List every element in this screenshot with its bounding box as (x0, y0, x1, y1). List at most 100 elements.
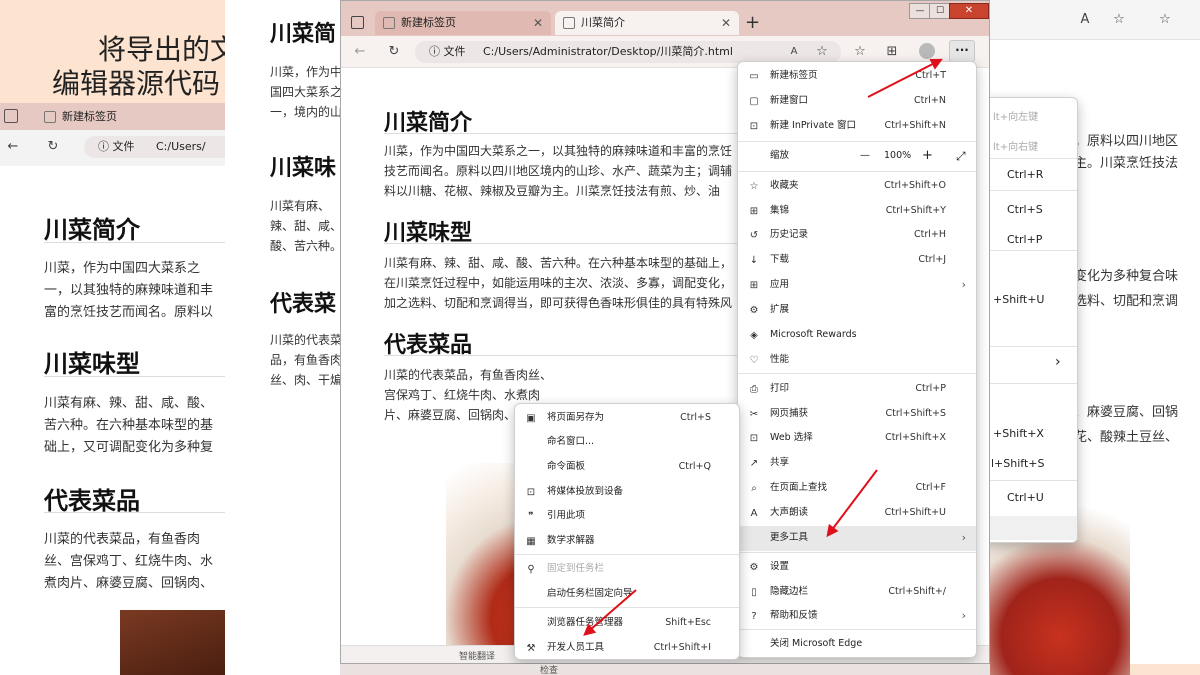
chevron-right-icon: › (961, 278, 966, 291)
menu-item-extensions[interactable]: ⚙ 扩展 (738, 298, 976, 323)
left-intro: 川菜，作为中国四大菜系之一，以其独特的麻辣味道和丰富的烹饪技艺而闻名。原料以四川… (44, 261, 214, 320)
menu-separator (515, 554, 739, 555)
right-text-line1: 。原料以四川地区 (1074, 134, 1179, 149)
bg-menu-item: lt+向右键 (993, 142, 1039, 153)
read-aloud-icon[interactable]: A (1076, 11, 1094, 29)
add-favorite-icon[interactable]: ☆ (813, 43, 831, 61)
menu-item-zoom: 缩放 — 100% + ⤢ (738, 144, 976, 169)
bg-menu-item: +Shift+X (993, 427, 1044, 440)
tab-new-tab[interactable]: 新建标签页 ✕ (375, 11, 551, 35)
left-tab[interactable]: 新建标签页 (36, 105, 225, 129)
minimize-button[interactable]: — (909, 3, 931, 19)
favorites-icon[interactable]: ☆ (1156, 11, 1174, 29)
right-text-line6: 花、酸辣土豆丝、 (1074, 430, 1179, 445)
address-field[interactable]: ⓘ 文件 C:/Users/Administrator/Desktop/川菜简介… (415, 41, 841, 63)
menu-item-shortcut: Ctrl+H (913, 229, 946, 240)
menu-item-collections[interactable]: ⊞ 集锦 Ctrl+Shift+Y (738, 199, 976, 224)
submenu-item-pin-wizard[interactable]: 启动任务栏固定向导 (515, 582, 739, 607)
left-address-label: 文件 (112, 140, 135, 153)
menu-item-new-window[interactable]: ▢ 新建窗口 Ctrl+N (738, 89, 976, 114)
left-section-dishes: 代表菜品 (44, 487, 140, 515)
menu-item-label: 下载 (770, 254, 790, 265)
refresh-icon[interactable]: ↻ (385, 43, 403, 61)
refresh-icon[interactable]: ↻ (44, 138, 62, 156)
collections-icon[interactable]: ⊞ (883, 43, 901, 61)
menu-item-favorites[interactable]: ☆ 收藏夹 Ctrl+Shift+O (738, 174, 976, 199)
menu-item-apps[interactable]: ⊞ 应用 › (738, 273, 976, 298)
tab-active[interactable]: 川菜简介 ✕ (555, 11, 739, 35)
help-icon: ? (751, 611, 757, 622)
menu-item-print[interactable]: ⎙ 打印 Ctrl+P (738, 377, 976, 402)
read-aloud-icon[interactable]: A (785, 43, 803, 61)
middle-page-title: 川菜简 (270, 22, 337, 47)
menu-item-label: 固定到任务栏 (547, 563, 605, 574)
submenu-item-command-palette[interactable]: 命令面板 Ctrl+Q (515, 455, 739, 480)
menu-item-downloads[interactable]: ↓ 下载 Ctrl+J (738, 248, 976, 273)
submenu-item-math-solver[interactable]: ▦ 数学求解器 (515, 529, 739, 554)
submenu-item-save-as[interactable]: ▣ 将页面另存为 Ctrl+S (515, 406, 739, 431)
zoom-out-button[interactable]: — (860, 144, 870, 169)
menu-item-share[interactable]: ↗ 共享 (738, 451, 976, 476)
menu-item-label: 缩放 (770, 150, 790, 161)
history-icon: ↺ (749, 230, 759, 241)
back-icon[interactable]: ← (4, 138, 22, 156)
edge-settings-menu: ▭ 新建标签页 Ctrl+T ▢ 新建窗口 Ctrl+N ⊡ 新建 InPrivate 窗… (737, 61, 977, 658)
more-options-button[interactable]: ··· (949, 40, 975, 62)
menu-item-help[interactable]: ? 帮助和反馈 › (738, 604, 976, 629)
submenu-item-dev-tools[interactable]: ⚒ 开发人员工具 Ctrl+Shift+I (515, 636, 739, 661)
dev-tools-icon: ⚒ (526, 643, 536, 654)
tab-actions-icon[interactable] (351, 16, 364, 29)
menu-item-shortcut: Ctrl+Shift+/ (888, 586, 946, 597)
fullscreen-icon[interactable]: ⤢ (956, 144, 966, 169)
math-solver-icon: ▦ (526, 536, 536, 547)
zoom-in-button[interactable]: + (922, 144, 933, 169)
back-icon[interactable]: ← (351, 43, 369, 61)
left-bg-layer: 将导出的文 编辑器源代码 新建标签页 ← ↻ ⓘ 文件 C:/Users/ 川菜… (0, 0, 225, 675)
submenu-item-task-manager[interactable]: 浏览器任务管理器 Shift+Esc (515, 611, 739, 636)
menu-item-shortcut: Ctrl+Shift+N (884, 120, 946, 131)
bg-menu-separator (979, 250, 1077, 251)
web-capture-icon: ✂ (749, 409, 759, 420)
quote-icon: ❞ (528, 511, 534, 522)
maximize-button[interactable]: ☐ (929, 3, 951, 19)
right-text-line4: 选料、切配和烹调 (1074, 294, 1179, 309)
menu-item-inprivate[interactable]: ⊡ 新建 InPrivate 窗口 Ctrl+Shift+N (738, 114, 976, 139)
left-tab-actions-icon[interactable] (4, 109, 18, 123)
right-bottom-strip (1130, 664, 1200, 675)
new-tab-button[interactable]: + (745, 13, 760, 33)
menu-item-close-edge[interactable]: 关闭 Microsoft Edge (738, 632, 976, 657)
info-icon: ⓘ (429, 45, 444, 58)
menu-item-label: 更多工具 (770, 532, 809, 543)
menu-item-history[interactable]: ↺ 历史记录 Ctrl+H (738, 223, 976, 248)
menu-item-label: 收藏夹 (770, 180, 799, 191)
menu-item-web-select[interactable]: ⊡ Web 选择 Ctrl+Shift+X (738, 426, 976, 451)
left-section-taste: 川菜味型 (44, 350, 140, 378)
menu-item-label: 新建标签页 (770, 70, 818, 81)
add-favorite-icon[interactable]: ☆ (1110, 11, 1128, 29)
menu-item-shortcut: Ctrl+J (918, 254, 946, 265)
close-icon[interactable]: ✕ (533, 11, 543, 35)
left-addressbar: ← ↻ ⓘ 文件 C:/Users/ (0, 130, 225, 166)
menu-item-shortcut: Ctrl+Shift+S (885, 408, 946, 419)
bg-menu-separator (979, 346, 1077, 347)
menu-item-settings[interactable]: ⚙ 设置 (738, 555, 976, 580)
submenu-item-name-window[interactable]: 命名窗口... (515, 430, 739, 455)
submenu-item-cast[interactable]: ⊡ 将媒体投放到设备 (515, 480, 739, 505)
menu-item-more-tools[interactable]: 更多工具 › (738, 526, 976, 551)
menu-item-performance[interactable]: ♡ 性能 (738, 348, 976, 373)
menu-item-label: 新建 InPrivate 窗口 (770, 120, 856, 131)
close-icon[interactable]: ✕ (721, 11, 731, 35)
left-tabstrip: 新建标签页 (0, 103, 225, 130)
favorites-icon[interactable]: ☆ (851, 43, 869, 61)
menu-item-read-aloud[interactable]: A 大声朗读 Ctrl+Shift+U (738, 501, 976, 526)
menu-item-web-capture[interactable]: ✂ 网页捕获 Ctrl+Shift+S (738, 402, 976, 427)
bg-menu-item: lt+向左键 (993, 112, 1039, 123)
menu-item-hide-sidebar[interactable]: ▯ 隐藏边栏 Ctrl+Shift+/ (738, 580, 976, 605)
bottom-strip-label: 检查 (540, 666, 559, 675)
window-close-button[interactable]: ✕ (949, 3, 989, 19)
web-select-icon: ⊡ (749, 433, 759, 444)
menu-item-new-tab[interactable]: ▭ 新建标签页 Ctrl+T (738, 64, 976, 89)
left-address-field[interactable]: ⓘ 文件 C:/Users/ (84, 136, 225, 158)
submenu-item-cite[interactable]: ❞ 引用此项 (515, 504, 739, 529)
menu-item-rewards[interactable]: ◈ Microsoft Rewards (738, 323, 976, 348)
